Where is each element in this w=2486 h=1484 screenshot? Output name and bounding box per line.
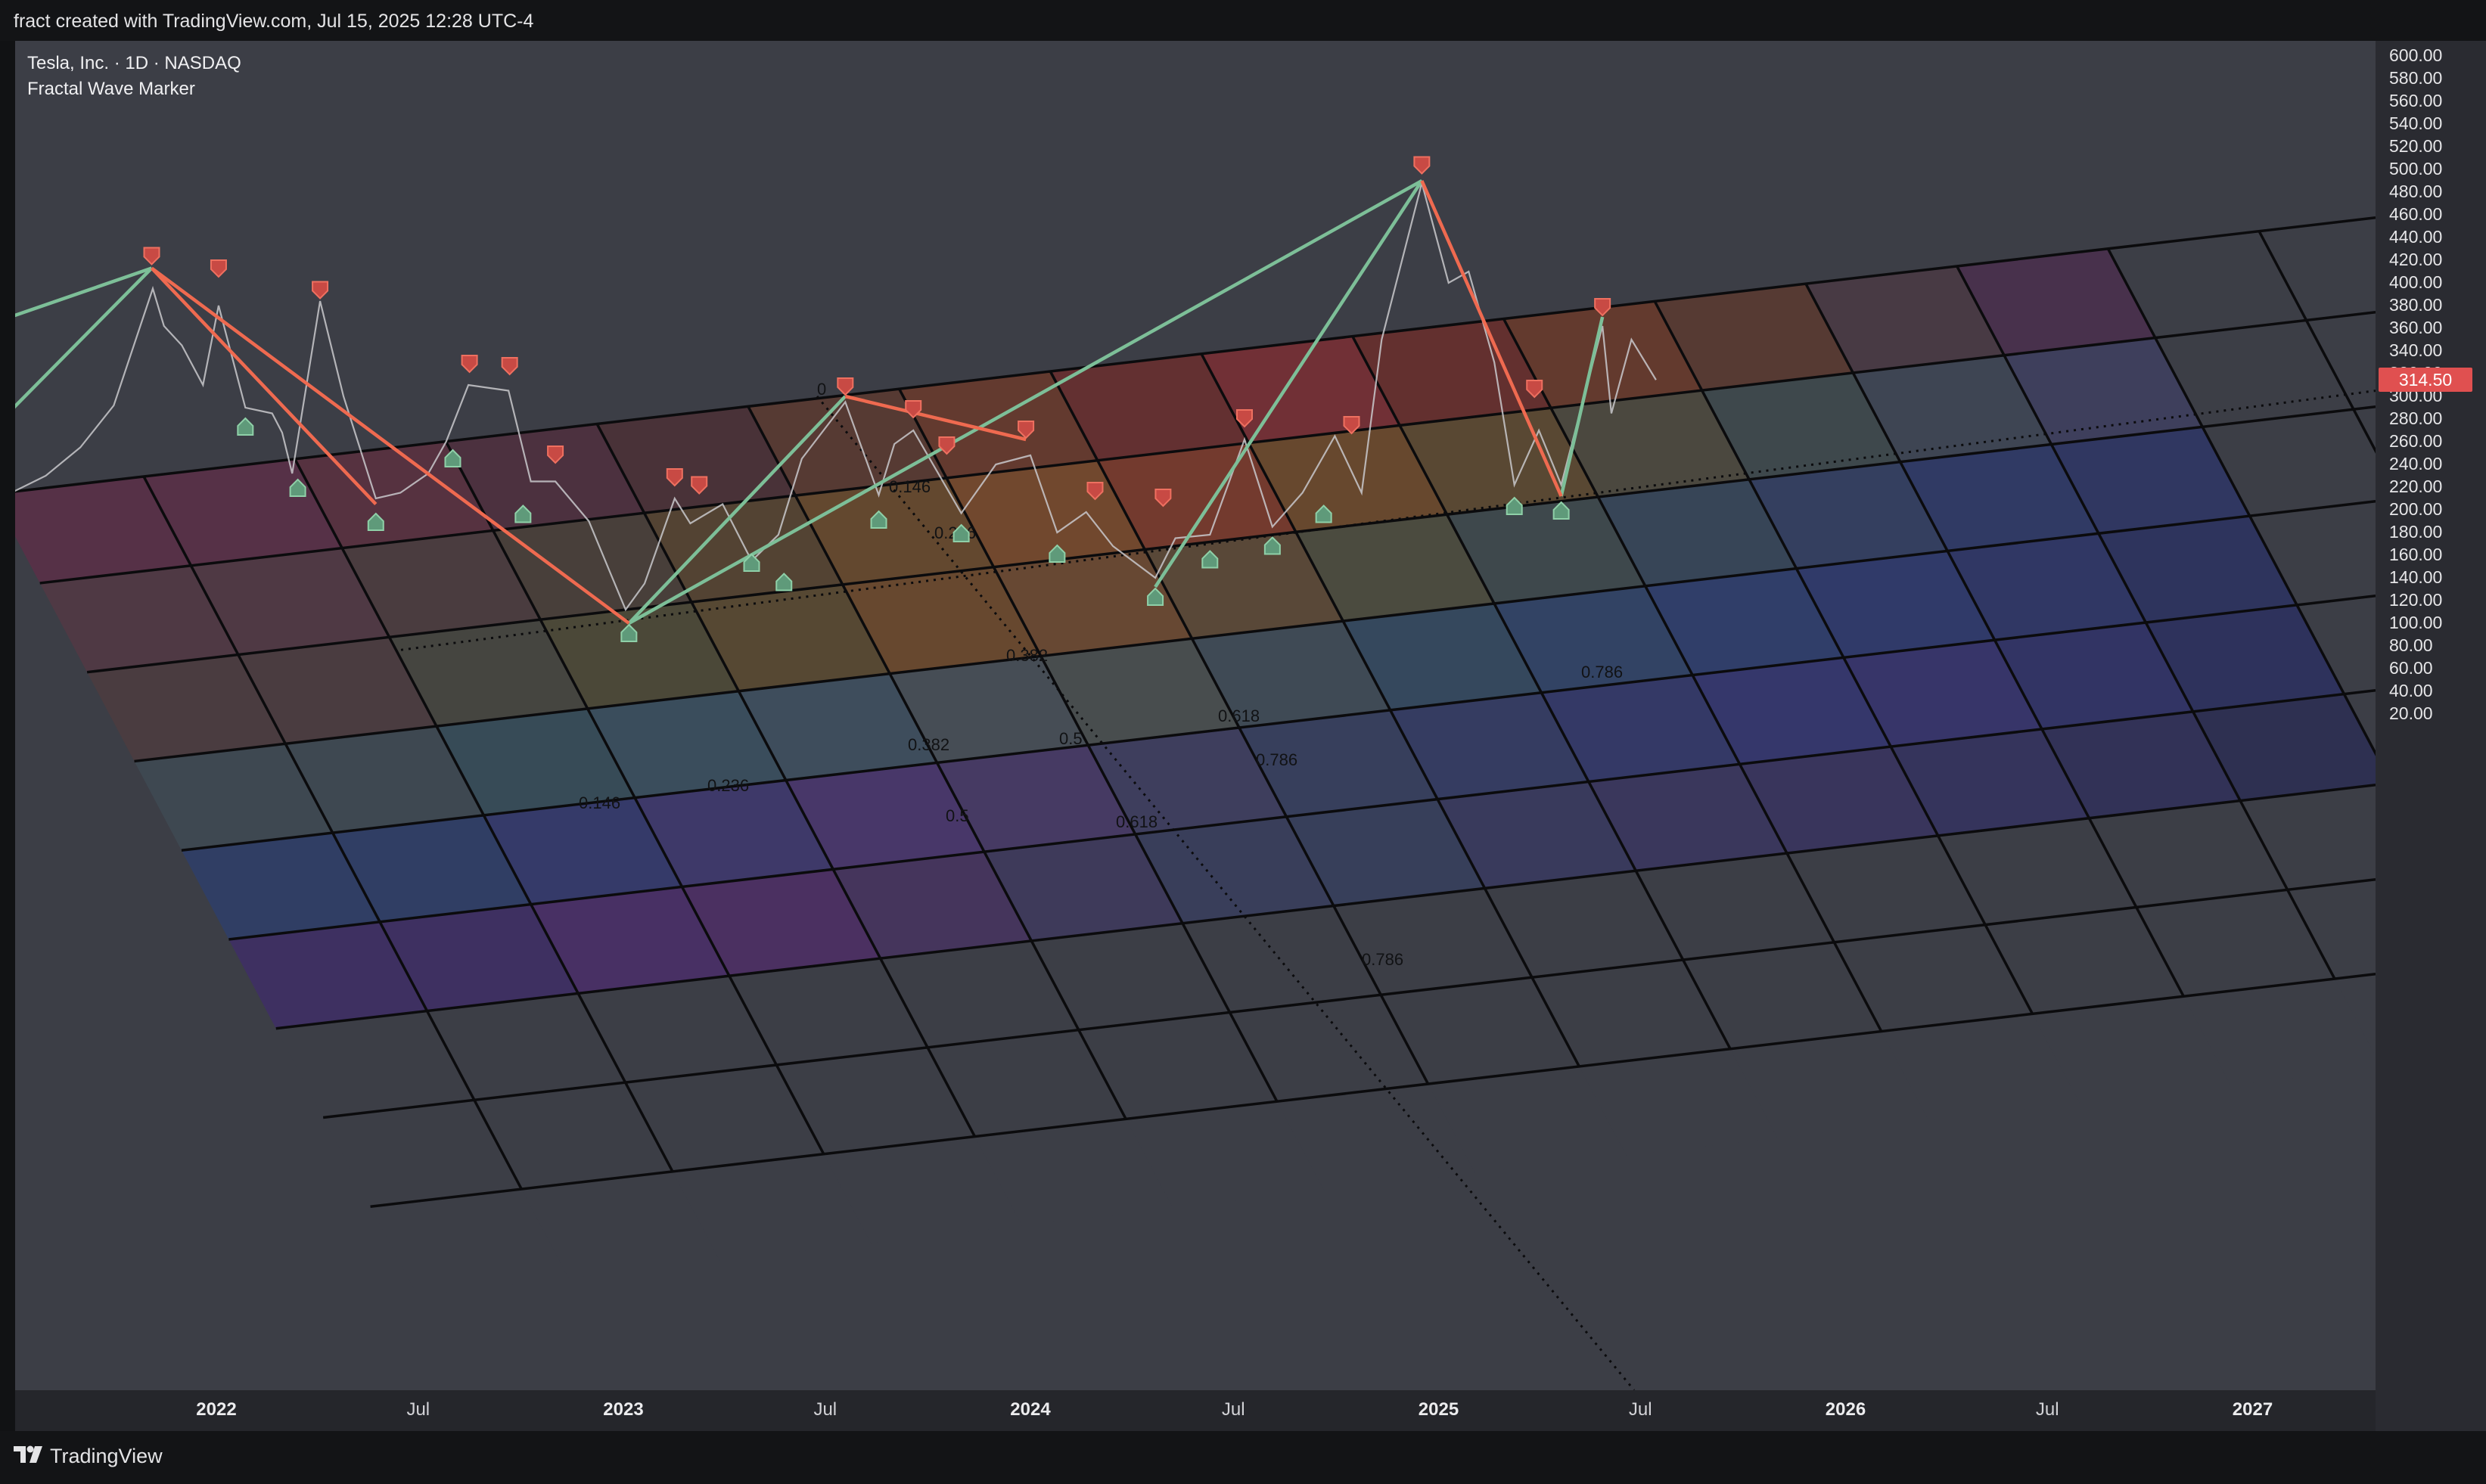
price-tick-label: 100.00 [2389,613,2443,632]
price-tick-label: 80.00 [2389,635,2433,655]
time-tick-label: 2027 [2232,1399,2273,1420]
fib-level-label: 0.786 [1362,950,1403,969]
fractal-grid-chart[interactable]: 00.1460.2360.3820.50.6180.7860.1460.2360… [15,41,2376,1390]
price-tick-label: 200.00 [2389,499,2443,519]
price-tick-label: 340.00 [2389,340,2443,360]
price-tick-label: 460.00 [2389,204,2443,224]
fib-level-label: 0.5 [946,806,969,825]
indicator-title[interactable]: Fractal Wave Marker [27,79,195,100]
fib-level-label: 0.618 [1116,812,1158,831]
price-tick-label: 220.00 [2389,477,2443,496]
fib-level-label: 0.382 [1006,646,1048,665]
price-tick-label: 120.00 [2389,590,2443,610]
time-tick-label: 2025 [1418,1399,1459,1420]
fib-level-label: 0.5 [1059,729,1083,748]
price-tick-label: 380.00 [2389,295,2443,315]
tradingview-brand[interactable]: TradingView [50,1445,163,1468]
fib-level-label: 0.146 [579,793,620,812]
fib-level-label: 0.382 [908,735,949,754]
price-tick-label: 280.00 [2389,408,2443,428]
fib-level-label: 0.786 [1256,750,1297,769]
price-tick-label: 440.00 [2389,227,2443,247]
tradingview-logo-icon[interactable] [14,1443,44,1464]
price-tick-label: 40.00 [2389,681,2433,700]
symbol-title[interactable]: Tesla, Inc. · 1D · NASDAQ [27,53,241,74]
price-tick-label: 400.00 [2389,272,2443,292]
price-tick-label: 180.00 [2389,522,2443,542]
fib-level-label: 0.146 [889,477,931,496]
fib-level-label: 0.786 [1581,663,1623,681]
time-tick-label: 2022 [196,1399,237,1420]
price-tick-label: 160.00 [2389,545,2443,564]
fib-level-label: 0.618 [1218,706,1260,725]
price-tick-label: 60.00 [2389,658,2433,678]
price-tick-label: 240.00 [2389,454,2443,473]
header-bar: fract created with TradingView.com, Jul … [0,0,2486,41]
time-tick-label: Jul [813,1399,837,1420]
time-axis[interactable]: 2022 Jul 2023 Jul 2024 Jul 2025 Jul 2026 Jul 2027 [15,1390,2376,1431]
price-tick-label: 20.00 [2389,703,2433,723]
price-tick-label: 140.00 [2389,567,2443,587]
fib-level-label: 0.236 [707,776,749,795]
price-tick-label: 560.00 [2389,91,2443,110]
time-tick-label: 2024 [1010,1399,1051,1420]
time-tick-label: Jul [406,1399,430,1420]
time-tick-label: 2026 [1825,1399,1866,1420]
price-tick-label: 500.00 [2389,159,2443,179]
header-attribution: fract created with TradingView.com, Jul … [14,11,534,32]
current-price-badge[interactable]: 314.50 [2379,368,2472,393]
footer-bar: TradingView [0,1431,2486,1484]
price-tick-label: 520.00 [2389,136,2443,156]
price-tick-label: 360.00 [2389,318,2443,337]
chart-area[interactable]: 00.1460.2360.3820.50.6180.7860.1460.2360… [15,41,2376,1390]
time-tick-label: Jul [2035,1399,2059,1420]
price-tick-label: 580.00 [2389,68,2443,88]
price-tick-label: 540.00 [2389,113,2443,133]
fractal-high-marker [210,259,227,278]
time-tick-label: Jul [1628,1399,1652,1420]
time-tick-label: Jul [1221,1399,1245,1420]
price-tick-label: 420.00 [2389,250,2443,269]
fractal-high-marker [143,247,160,265]
fib-level-label: 0 [817,380,826,399]
price-tick-label: 600.00 [2389,45,2443,65]
price-axis[interactable]: 600.00 580.00 560.00 540.00 520.00 500.00 480.… [2376,41,2486,1431]
price-tick-label: 480.00 [2389,182,2443,201]
price-tick-label: 260.00 [2389,431,2443,451]
time-tick-label: 2023 [603,1399,644,1420]
